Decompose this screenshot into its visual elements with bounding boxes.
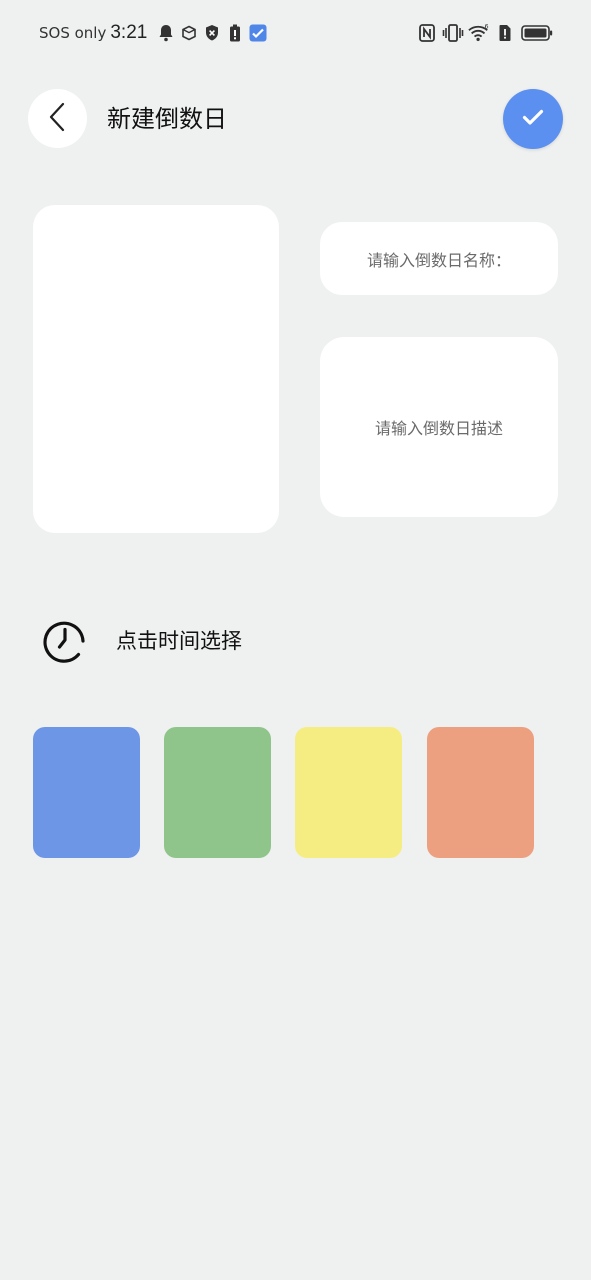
vibrate-icon	[442, 22, 464, 44]
page-title: 新建倒数日	[107, 105, 227, 133]
time-picker-row[interactable]: 点击时间选择	[40, 615, 242, 665]
description-placeholder: 请输入倒数日描述	[374, 419, 503, 438]
back-button[interactable]	[28, 89, 87, 148]
shield-x-icon	[201, 22, 223, 44]
color-swatch-yellow[interactable]	[295, 727, 402, 858]
new-countdown-screen: SOS only 3:21 6 新建倒数日 请输入倒数日名称： 请输入倒数日描述…	[0, 0, 591, 1280]
check-icon	[522, 108, 544, 130]
confirm-button[interactable]	[503, 89, 563, 149]
svg-text:6: 6	[485, 23, 489, 30]
time-picker-label: 点击时间选择	[116, 629, 242, 653]
chevron-left-icon	[48, 102, 68, 136]
color-swatch-blue[interactable]	[33, 727, 140, 858]
battery-icon	[520, 22, 554, 44]
wifi-icon: 6	[468, 22, 490, 44]
app-check-icon	[247, 22, 269, 44]
countdown-name-input[interactable]: 请输入倒数日名称：	[320, 222, 558, 295]
app-box-icon	[178, 22, 200, 44]
carrier-label: SOS only	[39, 24, 107, 42]
status-bar-right: 6	[416, 22, 555, 44]
bell-icon	[155, 22, 177, 44]
color-swatch-green[interactable]	[164, 727, 271, 858]
color-swatch-orange[interactable]	[427, 727, 534, 858]
status-bar: SOS only 3:21 6	[0, 0, 591, 66]
status-bar-left: SOS only 3:21	[39, 22, 270, 44]
clock-icon	[40, 615, 90, 665]
countdown-preview-card	[33, 205, 279, 533]
countdown-description-input[interactable]: 请输入倒数日描述	[320, 337, 558, 517]
clock-time: 3:21	[110, 22, 148, 43]
name-placeholder: 请输入倒数日名称：	[366, 250, 511, 270]
sim-alert-icon	[494, 22, 516, 44]
battery-saver-icon	[224, 22, 246, 44]
nfc-icon	[416, 22, 438, 44]
